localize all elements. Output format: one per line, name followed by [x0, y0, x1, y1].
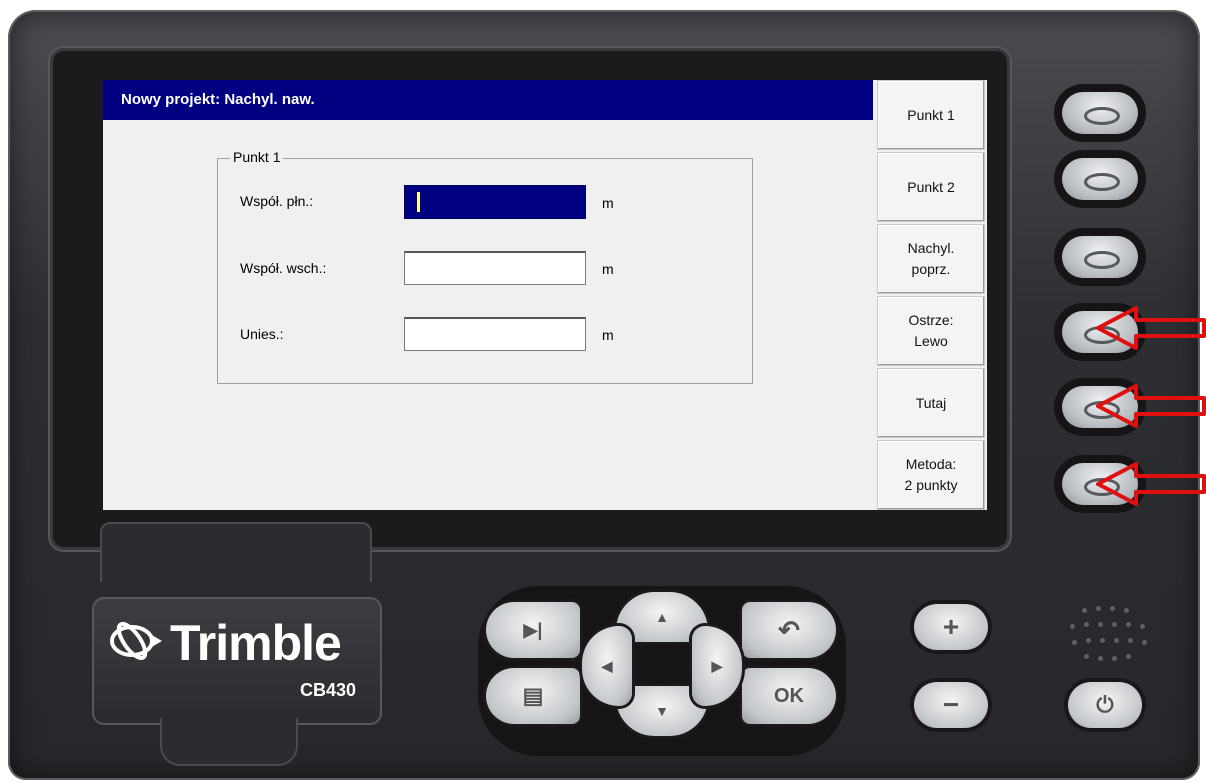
device-screen: Nowy projekt: Nachyl. naw. Punkt 1 Współ…: [103, 80, 987, 510]
softkey-point-2[interactable]: Punkt 2: [877, 152, 985, 222]
button-ring-icon: [1084, 251, 1120, 269]
northing-input[interactable]: [404, 185, 586, 219]
softkey-here[interactable]: Tutaj: [877, 368, 985, 438]
point-groupbox: Punkt 1 Współ. płn.: m Współ. wsch.: m U…: [217, 149, 753, 384]
red-arrow-icon: [1096, 462, 1206, 506]
softkey-previous-slope[interactable]: Nachyl. poprz.: [877, 224, 985, 294]
text-caret: [417, 192, 420, 212]
hardware-softkey-button-3[interactable]: [1054, 228, 1146, 286]
menu-button[interactable]: ▤: [486, 668, 580, 724]
menu-list-icon: ▤: [522, 683, 544, 708]
power-button[interactable]: ⏻: [1068, 682, 1142, 728]
red-arrow-icon: [1096, 306, 1206, 350]
button-ring-icon: [1084, 173, 1120, 191]
minus-button[interactable]: −: [914, 682, 988, 728]
softkey-point-1[interactable]: Punkt 1: [877, 80, 985, 150]
window-title: Nowy projekt: Nachyl. naw.: [103, 80, 873, 120]
northing-unit: m: [602, 195, 614, 211]
arrow-right-icon: ▶: [711, 657, 723, 674]
northing-label: Współ. płn.:: [240, 193, 314, 209]
lid-tab: [160, 718, 298, 766]
minus-icon: −: [942, 689, 960, 720]
plus-button[interactable]: +: [914, 604, 988, 650]
groupbox-legend: Punkt 1: [230, 149, 284, 165]
ok-label: OK: [774, 684, 804, 707]
undo-icon: ↶: [778, 614, 800, 645]
skip-next-icon: ▶|: [523, 619, 543, 640]
model-label: CB430: [300, 680, 357, 700]
elevation-unit: m: [602, 327, 614, 343]
elevation-label: Unies.:: [240, 326, 284, 342]
softkey-column: Punkt 1 Punkt 2 Nachyl. poprz. Ostrze: L…: [877, 80, 987, 510]
elevation-input[interactable]: [404, 317, 586, 351]
arrow-left-icon: ◀: [601, 657, 613, 674]
plus-icon: +: [942, 611, 960, 642]
ok-button[interactable]: OK: [742, 668, 836, 724]
hardware-softkey-button-1[interactable]: [1054, 84, 1146, 142]
red-arrow-icon: [1096, 384, 1206, 428]
easting-unit: m: [602, 261, 614, 277]
softkey-method[interactable]: Metoda: 2 punkty: [877, 440, 985, 510]
arrow-down-icon: ▼: [655, 703, 669, 719]
hardware-softkey-button-2[interactable]: [1054, 150, 1146, 208]
lid-hinge: [100, 522, 372, 582]
trimble-globe-icon: [110, 621, 162, 661]
easting-input[interactable]: [404, 251, 586, 285]
power-icon: ⏻: [1096, 692, 1114, 717]
brand-logo: Trimble: [170, 615, 342, 671]
undo-button[interactable]: ↶: [742, 602, 836, 658]
easting-label: Współ. wsch.:: [240, 260, 327, 276]
button-ring-icon: [1084, 107, 1120, 125]
arrow-up-icon: ▲: [655, 609, 669, 625]
form-panel: Punkt 1 Współ. płn.: m Współ. wsch.: m U…: [103, 120, 873, 510]
next-field-button[interactable]: ▶|: [486, 602, 580, 658]
softkey-blade-side[interactable]: Ostrze: Lewo: [877, 296, 985, 366]
